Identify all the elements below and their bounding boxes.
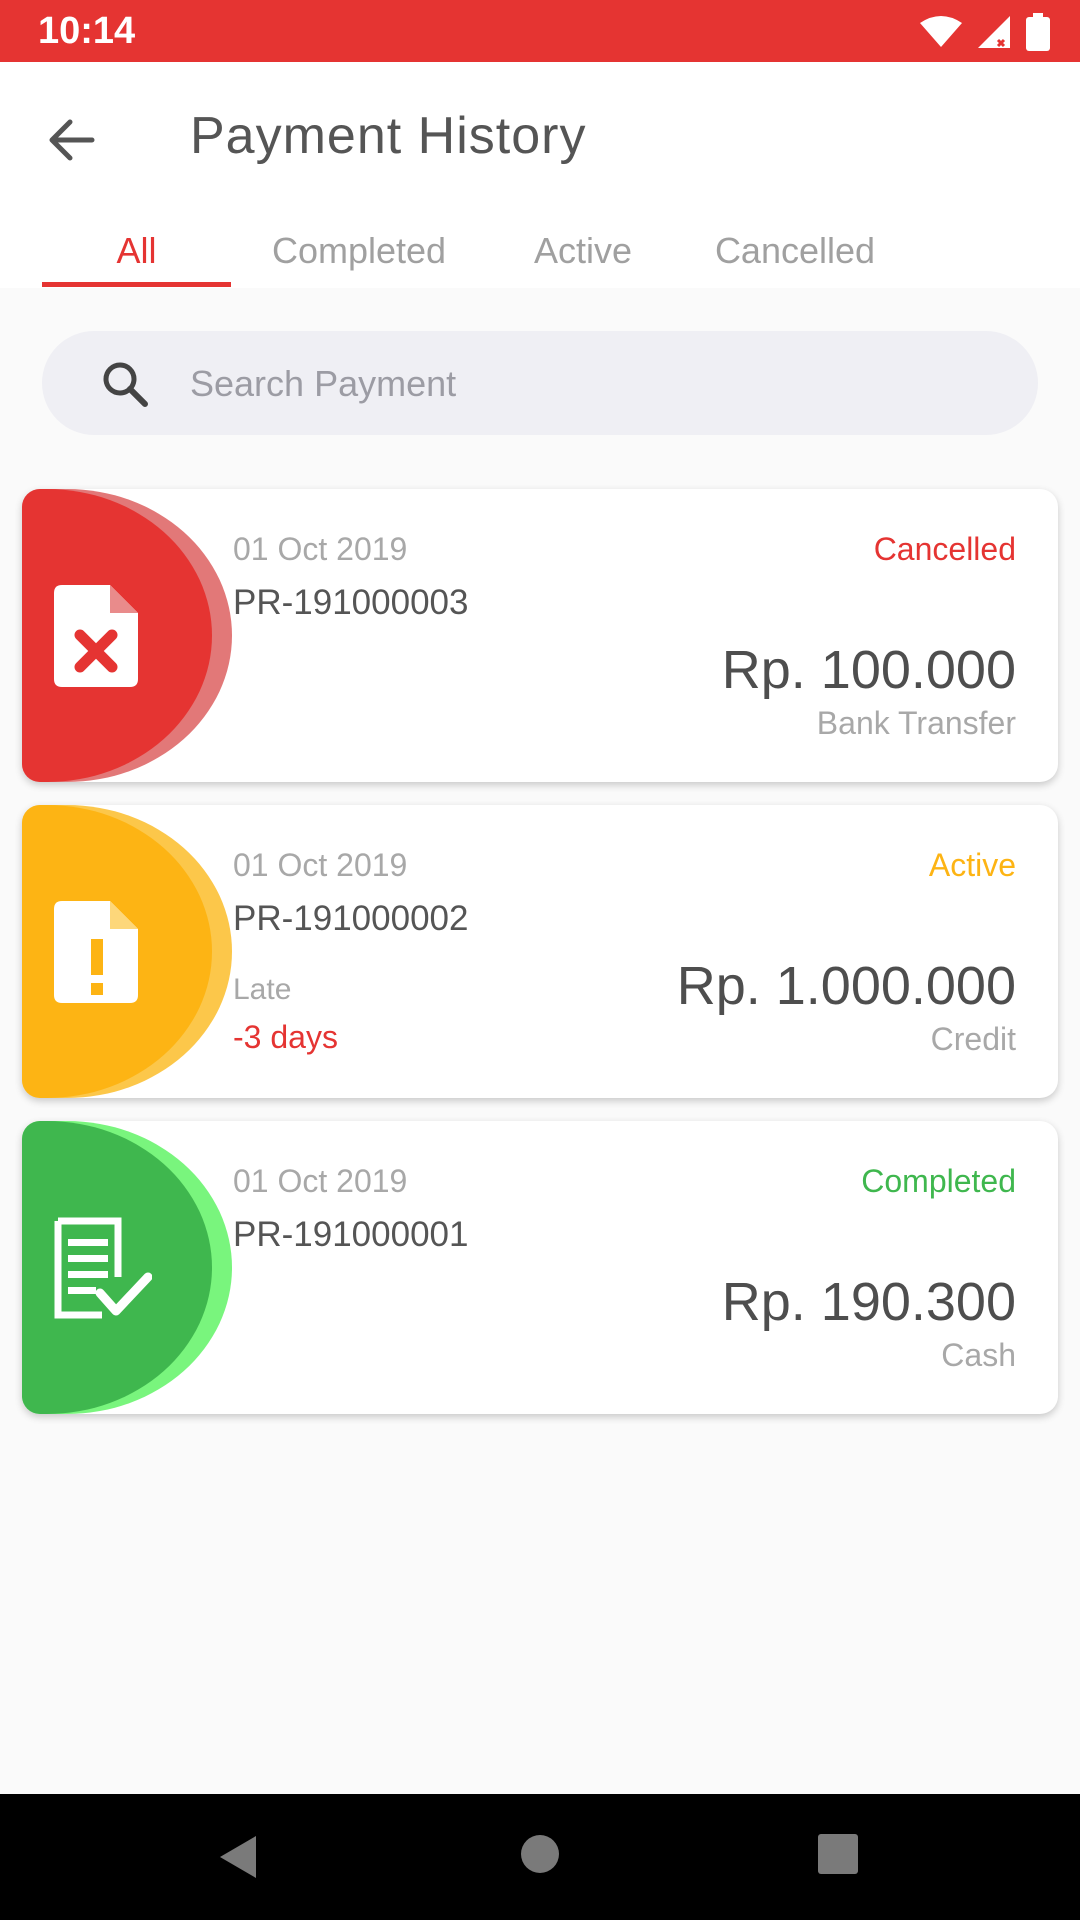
nav-back-icon[interactable] xyxy=(216,1832,260,1882)
late-days: -3 days xyxy=(233,1019,338,1055)
wifi-icon xyxy=(920,16,962,47)
payment-method: Cash xyxy=(941,1337,1016,1373)
tab-all[interactable]: All xyxy=(42,212,231,288)
tab-cancelled[interactable]: Cancelled xyxy=(694,212,896,288)
search-icon xyxy=(103,362,148,407)
system-nav-bar xyxy=(0,1794,1080,1920)
document-check-icon xyxy=(54,1217,152,1319)
payment-date: 01 Oct 2019 xyxy=(233,847,408,883)
payment-amount: Rp. 190.300 xyxy=(721,1272,1016,1332)
page-title: Payment History xyxy=(190,107,587,165)
payment-ref: PR-191000002 xyxy=(233,899,469,938)
late-label: Late xyxy=(233,973,292,1006)
document-cancel-icon xyxy=(54,585,138,687)
status-time: 10:14 xyxy=(38,10,136,52)
payment-amount: Rp. 1.000.000 xyxy=(676,956,1016,1016)
tab-bar: All Completed Active Cancelled xyxy=(0,212,1080,288)
app-bar: Payment History All Completed Active Can… xyxy=(0,62,1080,288)
tab-completed[interactable]: Completed xyxy=(248,212,470,288)
payment-ref: PR-191000003 xyxy=(233,583,469,622)
signal-icon xyxy=(978,16,1010,48)
status-badge: Cancelled xyxy=(873,531,1016,567)
payment-date: 01 Oct 2019 xyxy=(233,1163,408,1199)
status-icons xyxy=(920,12,1050,52)
payment-ref: PR-191000001 xyxy=(233,1215,469,1254)
tab-active[interactable]: Active xyxy=(510,212,656,288)
nav-home-icon[interactable] xyxy=(520,1834,560,1874)
search-input[interactable] xyxy=(188,353,972,415)
payment-card[interactable]: 01 Oct 2019 PR-191000001 Completed Rp. 1… xyxy=(22,1121,1058,1414)
payment-card[interactable]: 01 Oct 2019 PR-191000002 Late -3 days Ac… xyxy=(22,805,1058,1098)
payment-method: Credit xyxy=(930,1021,1016,1057)
battery-icon xyxy=(1026,13,1050,51)
tab-indicator xyxy=(42,282,231,287)
status-bar: 10:14 xyxy=(0,0,1080,62)
search-bar[interactable] xyxy=(42,331,1038,435)
nav-recents-icon[interactable] xyxy=(818,1834,858,1874)
payment-date: 01 Oct 2019 xyxy=(233,531,408,567)
payment-card[interactable]: 01 Oct 2019 PR-191000003 Cancelled Rp. 1… xyxy=(22,489,1058,782)
back-arrow-icon[interactable] xyxy=(44,110,104,170)
status-badge: Completed xyxy=(861,1163,1016,1199)
payment-amount: Rp. 100.000 xyxy=(721,640,1016,700)
status-badge: Active xyxy=(928,847,1016,883)
document-alert-icon xyxy=(54,901,138,1003)
payment-method: Bank Transfer xyxy=(816,705,1016,741)
